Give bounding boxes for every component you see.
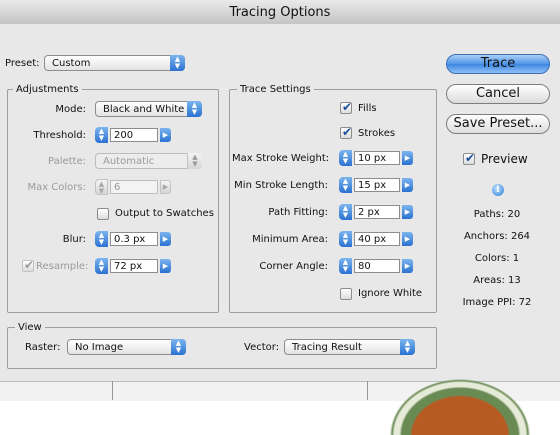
output-to-swatches-label: Output to Swatches xyxy=(115,208,214,219)
view-legend: View xyxy=(15,322,45,333)
palette-popup[interactable]: Automatic ▲ ▼ xyxy=(95,153,202,169)
anchors-stat: Anchors: 264 xyxy=(463,231,531,242)
up-down-arrows-icon: ▲ ▼ xyxy=(400,339,415,355)
threshold-field[interactable]: 200 xyxy=(110,128,158,142)
corner-angle-field[interactable]: 80 xyxy=(354,259,400,273)
minimum-area-label: Minimum Area: xyxy=(252,234,328,245)
colors-stat: Colors: 1 xyxy=(474,253,520,264)
max-stroke-weight-menu-button[interactable]: ▶ xyxy=(402,151,413,165)
max-colors-label: Max Colors: xyxy=(27,182,86,193)
strokes-label: Strokes xyxy=(358,128,396,139)
up-down-arrows-icon: ▲ ▼ xyxy=(187,153,202,169)
up-down-arrows-icon: ▲ ▼ xyxy=(171,339,186,355)
raster-popup[interactable]: No Image ▲ ▼ xyxy=(67,339,186,355)
strokes-checkbox[interactable] xyxy=(340,125,352,139)
document-guide-line xyxy=(367,381,368,400)
mode-popup[interactable]: Black and White ▲ ▼ xyxy=(95,101,202,117)
palette-value: Automatic xyxy=(103,156,155,167)
vector-popup[interactable]: Tracing Result ▲ ▼ xyxy=(284,339,415,355)
info-icon: i xyxy=(492,184,504,196)
min-stroke-length-field[interactable]: 15 px xyxy=(354,178,400,192)
max-colors-stepper[interactable]: ▲ ▼ xyxy=(95,179,108,195)
blur-stepper[interactable]: ▲ ▼ xyxy=(95,231,108,247)
path-fitting-label: Path Fitting: xyxy=(268,207,328,218)
paths-stat: Paths: 20 xyxy=(473,209,521,220)
output-to-swatches-checkbox[interactable] xyxy=(97,208,109,220)
min-stroke-length-label: Min Stroke Length: xyxy=(234,180,328,191)
cancel-button[interactable]: Cancel xyxy=(446,84,550,104)
raster-label: Raster: xyxy=(25,342,61,353)
max-colors-field[interactable]: 6 xyxy=(110,180,158,194)
min-stroke-length-stepper[interactable]: ▲ ▼ xyxy=(339,177,352,193)
resample-menu-button[interactable]: ▶ xyxy=(160,259,171,273)
resample-stepper[interactable]: ▲ ▼ xyxy=(95,258,108,274)
up-down-arrows-icon: ▲ ▼ xyxy=(187,101,202,117)
title-bar: Tracing Options xyxy=(0,0,560,25)
preset-label: Preset: xyxy=(5,58,40,69)
ignore-white-checkbox[interactable] xyxy=(340,288,352,300)
threshold-stepper[interactable]: ▲ ▼ xyxy=(95,127,108,143)
path-fitting-menu-button[interactable]: ▶ xyxy=(402,205,413,219)
blur-field[interactable]: 0.3 px xyxy=(110,232,158,246)
min-stroke-length-menu-button[interactable]: ▶ xyxy=(402,178,413,192)
max-stroke-weight-stepper[interactable]: ▲ ▼ xyxy=(339,150,352,166)
trace-settings-group xyxy=(229,89,437,313)
max-stroke-weight-field[interactable]: 10 px xyxy=(354,151,400,165)
trace-settings-legend: Trace Settings xyxy=(237,84,314,95)
mode-label: Mode: xyxy=(55,104,86,115)
resample-field[interactable]: 72 px xyxy=(110,259,158,273)
areas-stat: Areas: 13 xyxy=(473,275,521,286)
document-guide-line xyxy=(112,381,113,400)
minimum-area-stepper[interactable]: ▲ ▼ xyxy=(339,231,352,247)
mode-value: Black and White xyxy=(103,104,185,115)
preview-checkbox[interactable] xyxy=(463,151,475,165)
up-down-arrows-icon: ▲ ▼ xyxy=(170,55,185,71)
max-stroke-weight-label: Max Stroke Weight: xyxy=(232,153,330,164)
threshold-label: Threshold: xyxy=(33,130,86,141)
resample-checkbox[interactable] xyxy=(22,258,34,272)
vector-value: Tracing Result xyxy=(292,342,362,353)
save-preset-button[interactable]: Save Preset... xyxy=(446,114,550,134)
max-colors-menu-button[interactable]: ▶ xyxy=(160,180,171,194)
corner-angle-label: Corner Angle: xyxy=(259,261,328,272)
fills-label: Fills xyxy=(358,103,377,114)
path-fitting-stepper[interactable]: ▲ ▼ xyxy=(339,204,352,220)
blur-menu-button[interactable]: ▶ xyxy=(160,232,171,246)
minimum-area-menu-button[interactable]: ▶ xyxy=(402,232,413,246)
trace-button[interactable]: Trace xyxy=(446,54,550,74)
preview-label: Preview xyxy=(481,152,528,166)
corner-angle-menu-button[interactable]: ▶ xyxy=(402,259,413,273)
window-title: Tracing Options xyxy=(229,5,331,20)
blur-label: Blur: xyxy=(62,234,86,245)
minimum-area-field[interactable]: 40 px xyxy=(354,232,400,246)
image-ppi-stat: Image PPI: 72 xyxy=(462,297,532,308)
palette-label: Palette: xyxy=(47,156,86,167)
adjustments-group xyxy=(7,89,219,313)
preset-popup[interactable]: Custom ▲ ▼ xyxy=(44,55,185,71)
vector-label: Vector: xyxy=(244,342,280,353)
fills-checkbox[interactable] xyxy=(340,100,352,114)
resample-label: Resample: xyxy=(36,261,89,272)
threshold-menu-button[interactable]: ▶ xyxy=(160,128,171,142)
adjustments-legend: Adjustments xyxy=(13,84,82,95)
raster-value: No Image xyxy=(75,342,124,353)
ignore-white-label: Ignore White xyxy=(358,288,423,299)
corner-angle-stepper[interactable]: ▲ ▼ xyxy=(339,258,352,274)
path-fitting-field[interactable]: 2 px xyxy=(354,205,400,219)
preset-value: Custom xyxy=(52,58,91,69)
